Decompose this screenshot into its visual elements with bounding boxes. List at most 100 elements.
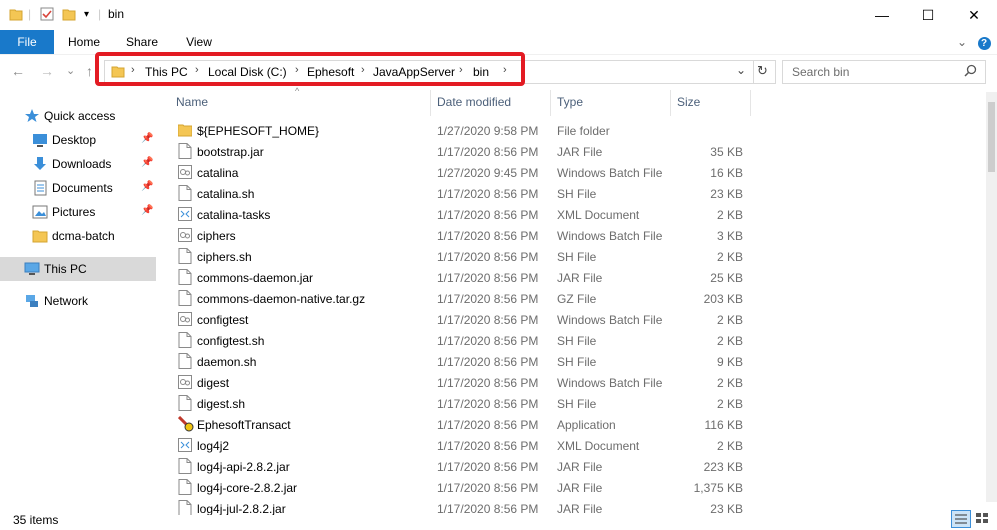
file-date: 1/17/2020 8:56 PM — [437, 397, 539, 411]
nav-item-pictures[interactable]: Pictures 📌 — [0, 200, 156, 224]
nav-item-desktop[interactable]: Desktop 📌 — [0, 128, 156, 152]
folder-icon — [9, 7, 23, 24]
file-row[interactable]: log4j2 1/17/2020 8:56 PM XML Document 2 KB — [168, 435, 988, 456]
file-date: 1/27/2020 9:45 PM — [437, 166, 539, 180]
pin-icon[interactable]: 📌 — [141, 181, 153, 192]
file-name: log4j-api-2.8.2.jar — [197, 460, 290, 474]
file-size: 9 KB — [716, 355, 743, 369]
pictures-icon — [32, 204, 48, 223]
column-type[interactable]: Type — [557, 95, 583, 109]
new-folder-icon[interactable] — [62, 7, 76, 24]
scrollbar-thumb[interactable] — [988, 102, 995, 172]
star-icon — [24, 108, 40, 127]
file-size: 223 KB — [703, 460, 743, 474]
nav-item-documents[interactable]: Documents 📌 — [0, 176, 156, 200]
nav-item-quick-access[interactable]: Quick access — [0, 104, 156, 128]
customize-qat-icon[interactable]: ▾ — [84, 9, 89, 20]
file-name: catalina — [197, 166, 239, 180]
large-icons-view-button[interactable] — [973, 510, 991, 526]
file-row[interactable]: ciphers.sh 1/17/2020 8:56 PM SH File 2 KB — [168, 246, 988, 267]
file-size: 2 KB — [716, 376, 743, 390]
tab-view[interactable]: View — [176, 30, 222, 54]
details-view-button[interactable] — [951, 510, 971, 528]
file-name: catalina.sh — [197, 187, 255, 201]
file-row[interactable]: configtest 1/17/2020 8:56 PM Windows Batch… — [168, 309, 988, 330]
pin-icon[interactable]: 📌 — [141, 205, 153, 216]
file-name: ciphers — [197, 229, 236, 243]
file-name: catalina-tasks — [197, 208, 271, 222]
up-button[interactable]: ↑ — [86, 63, 93, 79]
app-icon — [177, 415, 194, 432]
vertical-scrollbar[interactable] — [986, 92, 997, 502]
file-row[interactable]: ${EPHESOFT_HOME} 1/27/2020 9:58 PM File fo… — [168, 120, 988, 141]
nav-item-label: Documents — [52, 181, 113, 195]
column-divider[interactable] — [750, 90, 751, 116]
download-icon — [32, 156, 48, 175]
file-row[interactable]: digest 1/17/2020 8:56 PM Windows Batch Fil… — [168, 372, 988, 393]
file-row[interactable]: commons-daemon.jar 1/17/2020 8:56 PM JAR F… — [168, 267, 988, 288]
minimize-button[interactable]: — — [859, 0, 905, 30]
file-list: ${EPHESOFT_HOME} 1/27/2020 9:58 PM File fo… — [168, 120, 988, 515]
file-row[interactable]: digest.sh 1/17/2020 8:56 PM SH File 2 KB — [168, 393, 988, 414]
nav-item-this-pc[interactable]: This PC — [0, 257, 156, 281]
batch-icon — [178, 164, 192, 180]
file-date: 1/17/2020 8:56 PM — [437, 334, 539, 348]
file-name: commons-daemon.jar — [197, 271, 314, 285]
column-divider[interactable] — [550, 90, 551, 116]
nav-item-network[interactable]: Network — [0, 289, 156, 313]
file-icon — [178, 395, 192, 411]
close-button[interactable]: ✕ — [951, 0, 997, 30]
file-date: 1/17/2020 8:56 PM — [437, 460, 539, 474]
column-divider[interactable] — [430, 90, 431, 116]
file-row[interactable]: ciphers 1/17/2020 8:56 PM Windows Batch Fi… — [168, 225, 988, 246]
expand-ribbon-icon[interactable]: ⌄ — [954, 30, 970, 54]
tab-home[interactable]: Home — [60, 30, 108, 54]
search-icon[interactable] — [964, 64, 977, 80]
file-type: SH File — [557, 355, 597, 369]
file-name: configtest.sh — [197, 334, 265, 348]
file-row[interactable]: daemon.sh 1/17/2020 8:56 PM SH File 9 KB — [168, 351, 988, 372]
network-icon — [24, 293, 40, 312]
nav-item-label: Downloads — [52, 157, 112, 171]
file-row[interactable]: configtest.sh 1/17/2020 8:56 PM SH File 2 K… — [168, 330, 988, 351]
tab-share[interactable]: Share — [118, 30, 166, 54]
recent-locations-button[interactable]: ⌄ — [66, 64, 75, 77]
folder-icon — [32, 228, 48, 247]
column-divider[interactable] — [670, 90, 671, 116]
column-date[interactable]: Date modified — [437, 95, 511, 109]
file-date: 1/17/2020 8:56 PM — [437, 481, 539, 495]
column-size[interactable]: Size — [677, 95, 700, 109]
file-type: SH File — [557, 187, 597, 201]
file-name: log4j2 — [197, 439, 230, 453]
file-row[interactable]: catalina 1/27/2020 9:45 PM Windows Batch F… — [168, 162, 988, 183]
properties-icon[interactable] — [40, 7, 54, 24]
back-button[interactable]: ← — [11, 63, 25, 79]
file-name: EphesoftTransact — [197, 418, 291, 432]
refresh-button[interactable]: ↻ — [757, 63, 768, 79]
help-icon[interactable]: ? — [976, 30, 992, 54]
pin-icon[interactable]: 📌 — [141, 133, 153, 144]
search-box[interactable]: Search bin — [782, 60, 986, 84]
file-date: 1/17/2020 8:56 PM — [437, 208, 539, 222]
maximize-button[interactable]: ☐ — [905, 0, 951, 30]
nav-item-downloads[interactable]: Downloads 📌 — [0, 152, 156, 176]
file-row[interactable]: catalina.sh 1/17/2020 8:56 PM SH File 23 KB — [168, 183, 988, 204]
search-input[interactable]: Search bin — [792, 65, 849, 79]
address-dropdown-button[interactable]: ⌄ — [736, 63, 746, 77]
nav-item-dcma-batch[interactable]: dcma-batch — [0, 224, 156, 248]
file-name: configtest — [197, 313, 249, 327]
nav-item-label: Network — [44, 294, 89, 308]
forward-button[interactable]: → — [40, 63, 54, 79]
address-bar-highlight — [95, 52, 525, 86]
file-row[interactable]: EphesoftTransact 1/17/2020 8:56 PM Applica… — [168, 414, 988, 435]
file-row[interactable]: bootstrap.jar 1/17/2020 8:56 PM JAR File 35… — [168, 141, 988, 162]
file-date: 1/17/2020 8:56 PM — [437, 376, 539, 390]
file-row[interactable]: commons-daemon-native.tar.gz 1/17/2020 8:… — [168, 288, 988, 309]
column-name[interactable]: Name — [176, 95, 208, 109]
pin-icon[interactable]: 📌 — [141, 157, 153, 168]
file-row[interactable]: log4j-core-2.8.2.jar 1/17/2020 8:56 PM JAR… — [168, 477, 988, 498]
file-row[interactable]: log4j-api-2.8.2.jar 1/17/2020 8:56 PM JAR … — [168, 456, 988, 477]
file-row[interactable]: catalina-tasks 1/17/2020 8:56 PM XML Docum… — [168, 204, 988, 225]
tab-file[interactable]: File — [0, 30, 54, 54]
file-type: JAR File — [557, 460, 603, 474]
